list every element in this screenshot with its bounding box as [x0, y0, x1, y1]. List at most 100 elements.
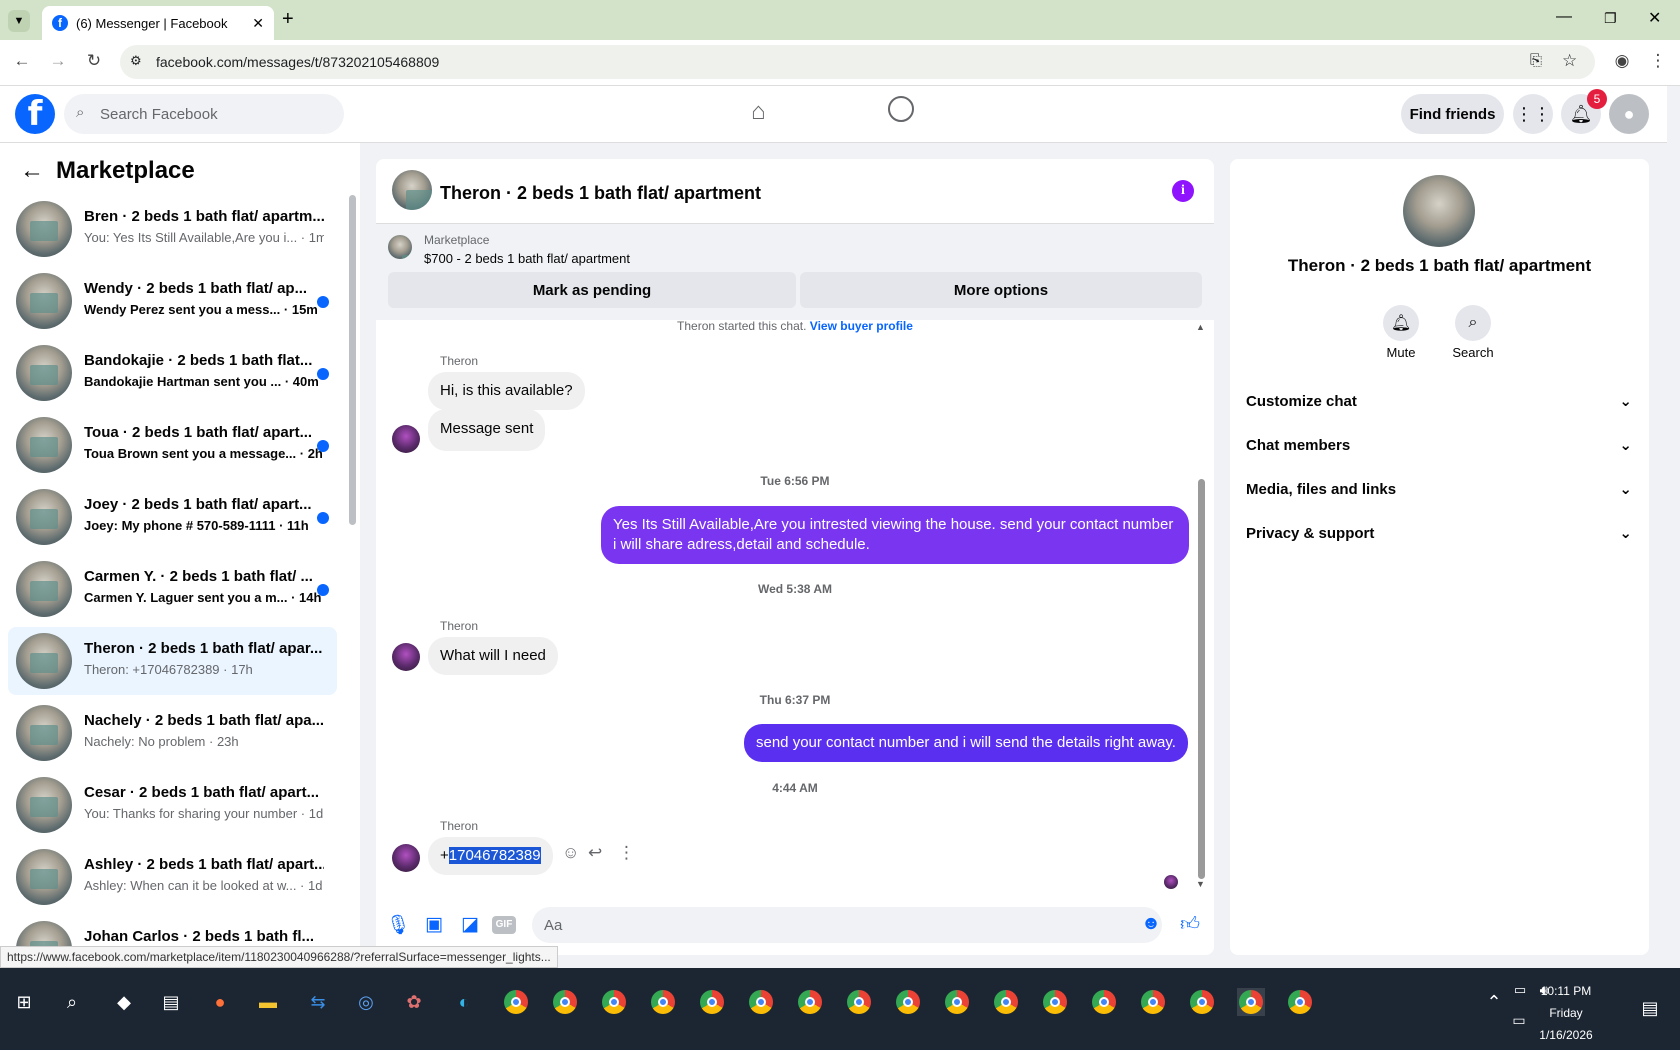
sender-avatar[interactable] [392, 844, 420, 872]
chat-scrollbar[interactable] [1198, 479, 1205, 879]
sticker-icon[interactable]: ◪ [458, 913, 482, 936]
sender-avatar[interactable] [392, 425, 420, 453]
facebook-logo[interactable]: f [15, 94, 55, 134]
chrome-icon[interactable] [1237, 988, 1265, 1016]
tab-close-icon[interactable]: ✕ [252, 15, 264, 32]
address-bar[interactable]: ⚙ facebook.com/messages/t/87320210546880… [120, 45, 1595, 79]
chrome-icon[interactable] [747, 988, 775, 1016]
profile-icon[interactable]: ◉ [1610, 51, 1634, 71]
network-icon[interactable]: ▭ [1505, 1006, 1533, 1034]
conversation-item[interactable]: Bren · 2 beds 1 bath flat/ apartm... You:… [8, 195, 337, 263]
conversation-item[interactable]: Toua · 2 beds 1 bath flat/ apart... Toua … [8, 411, 337, 479]
scroll-up-icon[interactable]: ▲ [1196, 322, 1205, 332]
like-thumb-icon[interactable]: 👍︎ [1178, 913, 1202, 936]
chrome-icon[interactable] [1188, 988, 1216, 1016]
reply-icon[interactable]: ↩ [588, 843, 602, 863]
conversation-item[interactable]: Nachely · 2 beds 1 bath flat/ apa... Nach… [8, 699, 337, 767]
firefox-icon[interactable]: ● [206, 988, 234, 1016]
search-icon[interactable]: ⌕ [1455, 305, 1491, 341]
chrome-icon[interactable] [698, 988, 726, 1016]
chrome-icon[interactable] [551, 988, 579, 1016]
scroll-down-icon[interactable]: ▼ [1196, 879, 1205, 889]
menu-grid-icon[interactable]: ⋮⋮ [1513, 94, 1553, 134]
conversation-item[interactable]: Joey · 2 beds 1 bath flat/ apart... Joey:… [8, 483, 337, 551]
chrome-icon[interactable] [1139, 988, 1167, 1016]
incoming-message[interactable]: What will I need [428, 637, 558, 675]
phone-selected-text[interactable]: 17046782389 [448, 847, 541, 864]
account-avatar[interactable]: ● [1609, 94, 1649, 134]
bookmark-star-icon[interactable]: ☆ [1562, 51, 1577, 71]
gif-icon[interactable]: GIF [492, 916, 516, 934]
chrome-icon[interactable] [943, 988, 971, 1016]
chrome-icon[interactable] [1286, 988, 1314, 1016]
conversation-item[interactable]: Theron · 2 beds 1 bath flat/ apar... Ther… [8, 627, 337, 695]
restore-icon[interactable]: ❐ [1604, 10, 1617, 27]
app-icon[interactable]: ✿ [400, 988, 428, 1016]
listing-thumbnail[interactable] [388, 235, 412, 259]
file-explorer-icon[interactable]: ▬ [254, 988, 282, 1016]
chrome-icon[interactable] [1041, 988, 1069, 1016]
app-icon[interactable]: ▤ [157, 988, 185, 1016]
info-icon[interactable]: i [1172, 180, 1194, 202]
conversation-item[interactable]: Bandokajie · 2 beds 1 bath flat... Bandok… [8, 339, 337, 407]
site-info-icon[interactable]: ⚙ [130, 53, 142, 69]
notification-center-icon[interactable]: ▤ [1636, 994, 1664, 1022]
chevron-up-icon[interactable]: ⌃ [1480, 988, 1508, 1016]
more-actions-icon[interactable]: ⋮ [618, 843, 635, 863]
incoming-message[interactable]: Message sent [428, 409, 546, 451]
listing-price-title[interactable]: $700 - 2 beds 1 bath flat/ apartment [424, 251, 630, 266]
tab-list-chevron-icon[interactable]: ▼ [8, 10, 30, 32]
view-buyer-link[interactable]: View buyer profile [810, 319, 913, 333]
outgoing-message[interactable]: Yes Its Still Available,Are you intreste… [601, 506, 1189, 564]
incoming-message[interactable]: Hi, is this available? [428, 372, 585, 410]
privacy-support-row[interactable]: Privacy & support ⌄ [1246, 511, 1632, 555]
customize-chat-row[interactable]: Customize chat ⌄ [1246, 379, 1632, 423]
window-close-icon[interactable]: ✕ [1648, 8, 1661, 28]
chrome-icon[interactable] [894, 988, 922, 1016]
system-clock[interactable]: 10:11 PM Friday 1/16/2026 [1536, 980, 1596, 1046]
conversation-item[interactable]: Cesar · 2 beds 1 bath flat/ apart... You:… [8, 771, 337, 839]
chrome-icon[interactable] [796, 988, 824, 1016]
new-tab-icon[interactable]: + [282, 8, 294, 31]
sidebar-scrollbar[interactable] [349, 195, 356, 525]
search-icon[interactable]: ⌕ [58, 988, 86, 1016]
more-options-button[interactable]: More options [800, 272, 1202, 308]
conversation-item[interactable]: Ashley · 2 beds 1 bath flat/ apart... Ash… [8, 843, 337, 911]
emoji-icon[interactable]: ☻ [1139, 913, 1163, 935]
photo-icon[interactable]: ▣ [422, 913, 446, 936]
browser-menu-icon[interactable]: ⋮ [1646, 51, 1670, 71]
search-input[interactable]: ⌕ Search Facebook [64, 94, 344, 134]
media-files-links-row[interactable]: Media, files and links ⌄ [1246, 467, 1632, 511]
tab-messenger[interactable]: f (6) Messenger | Facebook ✕ [42, 6, 274, 40]
conversation-item[interactable]: Carmen Y. · 2 beds 1 bath flat/ ... Carme… [8, 555, 337, 623]
forward-icon[interactable]: → [46, 51, 70, 71]
windows-start-icon[interactable]: ⊞ [10, 988, 38, 1016]
outgoing-message[interactable]: send your contact number and i will send… [744, 724, 1188, 762]
chat-title[interactable]: Theron · 2 beds 1 bath flat/ apartment [440, 183, 761, 204]
chrome-icon[interactable] [502, 988, 530, 1016]
minimize-icon[interactable]: — [1556, 8, 1572, 26]
react-icon[interactable]: ☺ [562, 843, 579, 863]
incoming-message-phone[interactable]: +17046782389 [428, 837, 553, 875]
chrome-icon[interactable] [1090, 988, 1118, 1016]
back-arrow-icon[interactable]: ← [20, 157, 44, 185]
message-input[interactable]: Aa [532, 907, 1162, 943]
groups-icon[interactable] [888, 96, 914, 122]
mark-pending-button[interactable]: Mark as pending [388, 272, 796, 308]
find-friends-button[interactable]: Find friends [1401, 94, 1504, 134]
reload-icon[interactable]: ↻ [82, 51, 106, 71]
copilot-icon[interactable]: ◆ [110, 988, 138, 1016]
chat-members-row[interactable]: Chat members ⌄ [1246, 423, 1632, 467]
app-icon[interactable]: ⇆ [304, 988, 332, 1016]
app-icon[interactable]: ◎ [352, 988, 380, 1016]
install-icon[interactable]: ⎘ [1530, 52, 1542, 69]
home-icon[interactable]: ⌂ [751, 98, 766, 126]
edge-icon[interactable]: ◐ [450, 988, 478, 1016]
sender-avatar[interactable] [392, 643, 420, 671]
chrome-icon[interactable] [649, 988, 677, 1016]
chrome-icon[interactable] [600, 988, 628, 1016]
mute-bell-icon[interactable]: 🔔︎ [1383, 305, 1419, 341]
details-avatar[interactable] [1403, 175, 1475, 247]
chrome-icon[interactable] [992, 988, 1020, 1016]
chrome-icon[interactable] [845, 988, 873, 1016]
